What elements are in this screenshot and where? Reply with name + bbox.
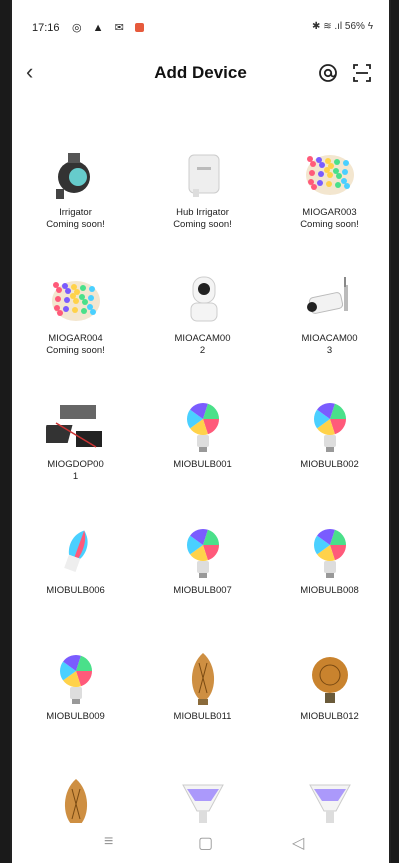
status-bar: 17:16 ◎ ▲ ✉ ✱ ≋ .ıl 56% ϟ	[12, 0, 389, 52]
device-label: MIOBULB006	[46, 585, 105, 596]
bulb-globe-icon	[300, 649, 360, 707]
garage-icon	[41, 397, 106, 455]
device-label: MIOBULB008	[300, 585, 359, 596]
irrigator-icon	[46, 145, 106, 203]
bulb-round-icon	[300, 397, 360, 455]
device-label: MIOACAM00 3	[301, 333, 358, 356]
device-label: MIOACAM00 2	[174, 333, 231, 356]
phone-screen: 17:16 ◎ ▲ ✉ ✱ ≋ .ıl 56% ϟ ‹ Add Device I…	[10, 0, 391, 863]
device-label: MIOGAR004 Coming soon!	[46, 333, 105, 356]
device-item[interactable]: MIOACAM00 2	[139, 271, 266, 357]
notification-icons: ◎ ▲ ✉	[72, 21, 144, 34]
bulb-round-icon	[300, 523, 360, 581]
device-item[interactable]: MIOGAR004 Coming soon!	[12, 271, 139, 357]
device-item[interactable]: MIOBULB006	[12, 523, 139, 597]
bulb-round-icon	[173, 397, 233, 455]
lights-icon	[46, 271, 106, 329]
bulb-edison-icon	[173, 649, 233, 707]
bulb-candle-icon	[46, 523, 106, 581]
system-nav-bar: ≡ ▢ ◁	[12, 823, 389, 863]
camera-outdoor-icon	[300, 271, 360, 329]
device-label: MIOGAR003 Coming soon!	[300, 207, 359, 230]
back-nav-icon[interactable]: ◁	[292, 833, 304, 853]
device-label: MIOBULB009	[46, 711, 105, 722]
status-time: 17:16	[32, 22, 60, 34]
status-right: ✱ ≋ .ıl 56% ϟ	[312, 21, 373, 32]
device-label: MIOBULB002	[300, 459, 359, 470]
device-label: MIOBULB011	[173, 711, 232, 722]
device-item[interactable]: MIOACAM00 3	[266, 271, 389, 357]
scan-icon[interactable]	[351, 62, 373, 84]
device-item[interactable]: MIOGDOP00 1	[12, 397, 139, 483]
lights-icon	[300, 145, 360, 203]
device-item[interactable]: MIOBULB009	[12, 649, 139, 723]
device-item[interactable]: Hub Irrigator Coming soon!	[139, 145, 266, 231]
device-label: MIOBULB001	[173, 459, 232, 470]
device-label: MIOBULB012	[300, 711, 359, 722]
device-item[interactable]: MIOBULB007	[139, 523, 266, 597]
device-item[interactable]: MIOBULB008	[266, 523, 389, 597]
camera-indoor-icon	[173, 271, 233, 329]
header: ‹ Add Device	[12, 52, 389, 96]
bulb-round-icon	[46, 649, 106, 707]
device-item[interactable]: MIOBULB012	[266, 649, 389, 723]
device-item[interactable]: MIOGAR003 Coming soon!	[266, 145, 389, 231]
device-item[interactable]: Irrigator Coming soon!	[12, 145, 139, 231]
recent-apps-icon[interactable]: ≡	[104, 833, 113, 851]
device-label: Irrigator Coming soon!	[46, 207, 105, 230]
device-label: Hub Irrigator Coming soon!	[173, 207, 232, 230]
home-icon[interactable]: ▢	[198, 833, 213, 853]
device-item[interactable]: MIOBULB002	[266, 397, 389, 471]
hub-icon	[173, 145, 233, 203]
device-item[interactable]: MIOBULB011	[139, 649, 266, 723]
bulb-round-icon	[173, 523, 233, 581]
device-item[interactable]: MIOBULB001	[139, 397, 266, 471]
device-label: MIOGDOP00 1	[47, 459, 104, 482]
device-label: MIOBULB007	[173, 585, 232, 596]
at-sign-icon[interactable]	[317, 62, 339, 84]
